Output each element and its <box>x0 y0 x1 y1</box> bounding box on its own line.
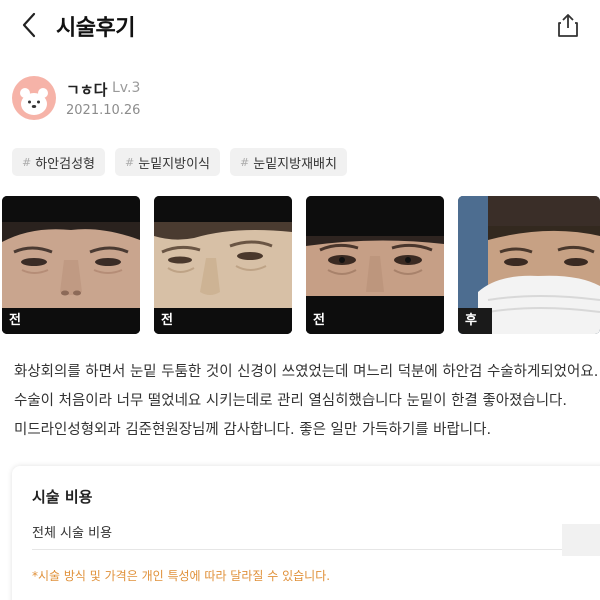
photo-badge: 전 <box>9 313 21 328</box>
face-photo <box>458 196 600 334</box>
back-button[interactable] <box>18 11 42 39</box>
tag-list: # 하안검성형 # 눈밑지방이식 # 눈밑지방재배치 <box>12 148 347 176</box>
photo-badge: 전 <box>313 313 325 328</box>
tag-item[interactable]: # 하안검성형 <box>12 148 106 176</box>
face-photo <box>2 196 140 334</box>
before-photo[interactable]: 전 <box>306 196 444 334</box>
face-photo <box>306 196 444 334</box>
review-text: 화상회의를 하면서 눈밑 두툼한 것이 신경이 쓰였었는데 며느리 덕분에 하안… <box>14 358 600 445</box>
review-line: 화상회의를 하면서 눈밑 두툼한 것이 신경이 쓰였었는데 며느리 덕분에 하안… <box>14 364 599 380</box>
hash-icon: # <box>22 155 32 169</box>
before-photo[interactable]: 전 <box>2 196 140 334</box>
share-button[interactable] <box>556 12 580 38</box>
bear-avatar-icon <box>20 88 48 115</box>
chevron-left-icon <box>22 12 36 38</box>
cost-value-box <box>562 524 600 556</box>
photo-gallery: 전 전 전 후 <box>2 196 600 334</box>
after-photo[interactable]: 후 <box>458 196 600 334</box>
before-photo[interactable]: 전 <box>154 196 292 334</box>
total-cost-label: 전체 시술 비용 <box>32 526 113 541</box>
hash-icon: # <box>125 155 135 169</box>
review-line: 수술이 처음이라 너무 떨었네요 시키는데로 관리 열심히했습니다 눈밑이 한결… <box>14 393 568 409</box>
photo-badge: 후 <box>465 313 477 328</box>
cost-title: 시술 비용 <box>32 488 93 506</box>
review-line: 미드라인성형외과 김준현원장님께 감사합니다. 좋은 일만 가득하기를 바랍니다… <box>14 422 492 438</box>
hash-icon: # <box>240 155 250 169</box>
post-date: 2021.10.26 <box>66 103 141 118</box>
username: ㄱㅎ다 <box>66 81 108 99</box>
share-icon <box>558 14 578 37</box>
page-title: 시술후기 <box>56 16 135 41</box>
tag-label: 눈밑지방이식 <box>138 156 211 172</box>
divider <box>32 549 562 550</box>
tag-item[interactable]: # 눈밑지방이식 <box>115 148 221 176</box>
tag-label: 하안검성형 <box>35 156 96 172</box>
cost-card: 시술 비용 전체 시술 비용 *시술 방식 및 가격은 개인 특성에 따라 달라… <box>12 466 600 600</box>
tag-item[interactable]: # 눈밑지방재배치 <box>230 148 347 176</box>
face-photo <box>154 196 292 334</box>
top-bar: 시술후기 <box>0 0 600 50</box>
cost-note: *시술 방식 및 가격은 개인 특성에 따라 달라질 수 있습니다. <box>32 569 331 583</box>
user-level-badge: Lv.3 <box>112 80 141 96</box>
avatar[interactable] <box>12 76 56 120</box>
photo-badge: 전 <box>161 313 173 328</box>
tag-label: 눈밑지방재배치 <box>253 156 337 172</box>
